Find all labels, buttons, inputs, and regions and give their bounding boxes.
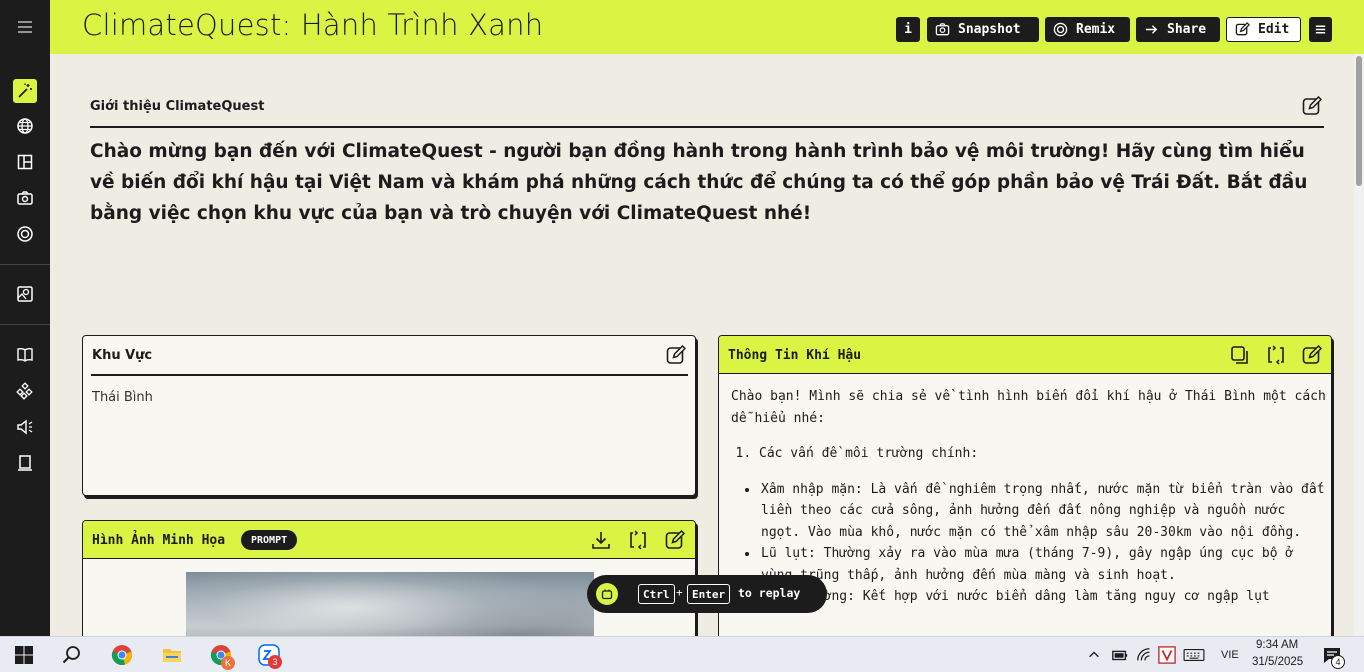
climate-bullet-list: Xâm nhập mặn: Là vấn đề nghiêm trọng nhấ… bbox=[759, 479, 1331, 608]
region-label: Khu Vực bbox=[92, 348, 153, 363]
regenerate-icon[interactable] bbox=[1266, 345, 1286, 365]
chrome-profile-badge: K bbox=[221, 656, 235, 670]
top-bar: ClimateQuest: Hành Trình Xanh i Snapshot… bbox=[50, 0, 1364, 54]
menu-icon bbox=[1315, 25, 1326, 34]
remix-icon[interactable] bbox=[13, 222, 37, 246]
ctrl-key: Ctrl bbox=[638, 584, 675, 604]
list-item: Lũ lụt: Thường xảy ra vào mùa mưa (tháng… bbox=[759, 543, 1331, 586]
illustration-header: Hình Ảnh Minh Họa PROMPT bbox=[83, 521, 695, 559]
clock-date[interactable]: 31/5/2025 bbox=[1252, 656, 1303, 668]
remix-button-label: Remix bbox=[1076, 22, 1116, 37]
prompt-badge[interactable]: PROMPT bbox=[241, 530, 298, 550]
file-explorer-icon[interactable] bbox=[160, 643, 184, 667]
sidebar-divider bbox=[0, 324, 50, 325]
input-language[interactable]: VIE bbox=[1221, 649, 1239, 661]
antivirus-icon[interactable] bbox=[1157, 643, 1177, 667]
region-card: Khu Vực Thái Bình bbox=[82, 335, 696, 496]
chrome-icon[interactable] bbox=[110, 643, 134, 667]
list-item: Xâm nhập mặn: Là vấn đề nghiêm trọng nhấ… bbox=[759, 479, 1331, 544]
remix-button[interactable]: Remix bbox=[1045, 17, 1130, 42]
climate-greeting: Chào bạn! Mình sẽ chia sẻ về tình hình b… bbox=[731, 389, 1326, 426]
snapshot-button[interactable]: Snapshot bbox=[927, 17, 1039, 42]
intro-edit-icon[interactable] bbox=[1302, 95, 1323, 116]
device-icon[interactable] bbox=[13, 451, 37, 475]
edit-button-label: Edit bbox=[1258, 22, 1290, 37]
key-plus: + bbox=[676, 586, 683, 599]
pencil-square-icon bbox=[1235, 22, 1250, 36]
replay-toast[interactable]: Ctrl + Enter to replay bbox=[587, 575, 827, 613]
replay-hint: to replay bbox=[738, 586, 801, 600]
camera-icon bbox=[935, 23, 950, 36]
sidebar-divider bbox=[0, 264, 50, 265]
image-settings-icon[interactable] bbox=[13, 282, 37, 306]
page-scrollbar[interactable] bbox=[1354, 54, 1364, 636]
more-menu-button[interactable] bbox=[1309, 17, 1332, 42]
search-icon[interactable] bbox=[60, 643, 84, 667]
region-divider bbox=[91, 374, 688, 376]
climate-info-label: Thông Tin Khí Hậu bbox=[728, 348, 862, 363]
enter-key: Enter bbox=[687, 584, 731, 604]
clock-time[interactable]: 9:34 AM bbox=[1256, 639, 1298, 651]
zalo-badge: 3 bbox=[268, 655, 282, 669]
climate-section-1: Các vấn đề môi trường chính: bbox=[759, 443, 1331, 465]
info-button[interactable]: i bbox=[896, 17, 920, 42]
share-button-label: Share bbox=[1167, 22, 1207, 37]
replay-icon bbox=[596, 583, 618, 605]
share-button[interactable]: Share bbox=[1136, 17, 1220, 42]
menu-icon[interactable] bbox=[13, 15, 37, 39]
climate-info-body: Chào bạn! Mình sẽ chia sẻ về tình hình b… bbox=[731, 386, 1331, 608]
remix-icon bbox=[1053, 22, 1068, 37]
climate-section-list: Các vấn đề môi trường chính: bbox=[759, 443, 1331, 465]
climate-info-header: Thông Tin Khí Hậu bbox=[719, 336, 1331, 374]
intro-divider bbox=[90, 126, 1324, 128]
magic-wand-icon[interactable] bbox=[13, 79, 37, 103]
region-edit-icon[interactable] bbox=[666, 344, 687, 365]
intro-text: Chào mừng bạn đến với ClimateQuest - ngư… bbox=[90, 141, 1308, 224]
windows-taskbar: K 3 VIE 9:34 AM 31/5/2025 4 bbox=[0, 636, 1364, 672]
edit-button[interactable]: Edit bbox=[1226, 17, 1301, 42]
nodes-icon[interactable] bbox=[13, 379, 37, 403]
region-value[interactable]: Thái Bình bbox=[92, 390, 153, 405]
intro-label: Giới thiệu ClimateQuest bbox=[90, 99, 265, 114]
announce-icon[interactable] bbox=[13, 415, 37, 439]
illustration-edit-icon[interactable] bbox=[665, 529, 686, 550]
book-icon[interactable] bbox=[13, 343, 37, 367]
scrollbar-thumb[interactable] bbox=[1356, 56, 1362, 186]
battery-icon[interactable] bbox=[1110, 643, 1130, 667]
left-sidebar bbox=[0, 0, 50, 636]
arrow-right-icon bbox=[1145, 25, 1158, 34]
snapshot-button-label: Snapshot bbox=[958, 22, 1021, 37]
chevron-up-icon[interactable] bbox=[1086, 643, 1102, 667]
download-icon[interactable] bbox=[591, 530, 611, 550]
globe-icon[interactable] bbox=[13, 114, 37, 138]
layout-icon[interactable] bbox=[13, 150, 37, 174]
wifi-icon[interactable] bbox=[1134, 643, 1154, 667]
camera-icon[interactable] bbox=[13, 186, 37, 210]
climate-edit-icon[interactable] bbox=[1302, 344, 1323, 365]
info-button-label: i bbox=[904, 22, 912, 37]
app-title: ClimateQuest: Hành Trình Xanh bbox=[82, 8, 544, 42]
illustration-label: Hình Ảnh Minh Họa bbox=[92, 533, 226, 548]
list-item: Triều cường: Kết hợp với nước biển dâng … bbox=[759, 586, 1331, 608]
keyboard-icon[interactable] bbox=[1182, 643, 1206, 667]
regenerate-icon[interactable] bbox=[628, 530, 648, 550]
notification-count: 4 bbox=[1331, 655, 1345, 669]
windows-start-icon[interactable] bbox=[12, 643, 36, 667]
copy-icon[interactable] bbox=[1230, 345, 1250, 365]
